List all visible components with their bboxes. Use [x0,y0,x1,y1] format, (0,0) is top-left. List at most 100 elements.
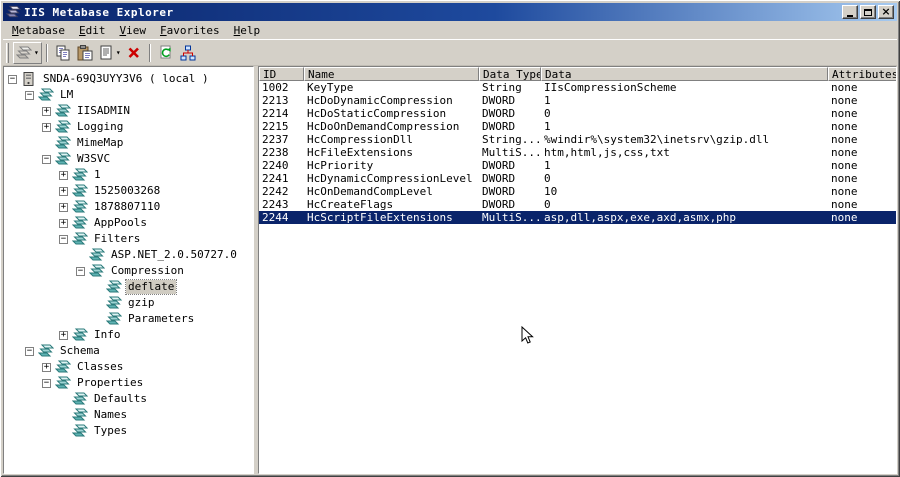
column-header-data-type[interactable]: Data Type [479,67,541,81]
tree-node[interactable]: MimeMap [4,135,253,151]
table-row[interactable]: 2243 HcCreateFlags DWORD 0 none [259,198,896,211]
list-body: 1002 KeyType String IIsCompressionScheme non… [259,81,896,224]
tree-node[interactable]: +1525003268 [4,183,253,199]
table-cell: HcDoDynamicCompression [307,94,453,107]
collapse-icon[interactable]: − [42,154,51,164]
table-row[interactable]: 2215 HcDoOnDemandCompression DWORD 1 none [259,120,896,133]
expand-icon[interactable]: + [59,330,68,340]
table-row[interactable]: 2240 HcPriority DWORD 1 none [259,159,896,172]
copy-button[interactable] [52,42,74,64]
table-row[interactable]: 2241 HcDynamicCompressionLevel DWORD 0 none [259,172,896,185]
toolbar-separator [148,44,151,62]
table-cell: 1 [544,120,551,133]
table-cell: none [831,146,858,159]
tree-node[interactable]: + AppPools [4,215,253,231]
key-icon [55,104,71,118]
tree-node[interactable]: Parameters [4,311,253,327]
edit-record-button[interactable]: ▾ [96,42,123,64]
expand-icon[interactable]: + [59,186,68,196]
tree-node[interactable]: Defaults [4,391,253,407]
expand-icon[interactable]: + [42,362,51,372]
tree-node[interactable]: − LM [4,87,253,103]
tree-node-label: LM [60,88,74,101]
new-key-button[interactable]: ▾ [13,42,42,64]
key-icon [72,200,88,214]
tree-node[interactable]: − Compression [4,263,253,279]
table-cell: none [831,81,858,94]
table-row[interactable]: 2244 HcScriptFileExtensions MultiS... asp,d… [259,211,896,224]
menu-edit[interactable]: Edit [72,22,113,38]
tree-node-label: Classes [77,360,124,373]
tree-node[interactable]: + Classes [4,359,253,375]
maximize-button[interactable] [860,5,876,19]
table-row[interactable]: 2238 HcFileExtensions MultiS... htm,html,js… [259,146,896,159]
collapse-icon[interactable]: − [76,266,85,276]
table-row[interactable]: 1002 KeyType String IIsCompressionScheme non… [259,81,896,94]
tree-node[interactable]: +1878807110 [4,199,253,215]
collapse-icon[interactable]: − [25,346,34,356]
column-header-attributes[interactable]: Attributes [828,67,896,81]
tree-node[interactable]: + Info [4,327,253,343]
table-cell: 1 [544,94,551,107]
tree-node-label: Schema [60,344,100,357]
tree-node-label: Logging [77,120,124,133]
table-row[interactable]: 2242 HcOnDemandCompLevel DWORD 10 none [259,185,896,198]
expand-icon[interactable]: + [42,122,51,132]
menu-help[interactable]: Help [227,22,268,38]
key-icon [72,232,88,246]
table-row[interactable]: 2237 HcCompressionDll String... %windir%\sy… [259,133,896,146]
table-cell: 2215 [262,120,289,133]
tree-node[interactable]: Names [4,407,253,423]
key-icon [72,168,88,182]
tree-node[interactable]: ASP.NET_2.0.50727.0 [4,247,253,263]
table-cell: 2213 [262,94,289,107]
expand-icon[interactable]: + [59,218,68,228]
collapse-icon[interactable]: − [25,90,34,100]
minimize-button[interactable] [842,5,858,19]
key-icon [55,136,71,150]
table-row[interactable]: 2214 HcDoStaticCompression DWORD 0 none [259,107,896,120]
key-icon [106,296,122,310]
tree-node[interactable]: + IISADMIN [4,103,253,119]
tree-node[interactable]: deflate [4,279,253,295]
tree-node[interactable]: + Logging [4,119,253,135]
expand-icon[interactable]: + [59,202,68,212]
table-cell: HcCreateFlags [307,198,394,211]
expand-icon[interactable]: + [59,170,68,180]
dropdown-arrow-icon[interactable]: ▾ [34,49,39,57]
delete-button[interactable] [123,42,145,64]
table-row[interactable]: 2213 HcDoDynamicCompression DWORD 1 none [259,94,896,107]
tree-node[interactable]: − Schema [4,343,253,359]
tree-node[interactable]: +1 [4,167,253,183]
table-cell: none [831,198,858,211]
table-cell: 2241 [262,172,289,185]
expand-icon[interactable]: + [42,106,51,116]
tree-node[interactable]: − Properties [4,375,253,391]
tree-node[interactable]: − W3SVC [4,151,253,167]
collapse-icon[interactable]: − [59,234,68,244]
column-header-id[interactable]: ID [259,67,304,81]
column-header-data[interactable]: Data [541,67,828,81]
table-cell: none [831,133,858,146]
refresh-button[interactable] [155,42,177,64]
close-button[interactable]: × [878,5,894,19]
table-cell: 2240 [262,159,289,172]
collapse-icon[interactable]: − [42,378,51,388]
toolbar-grip[interactable] [6,43,9,63]
tree-node[interactable]: gzip [4,295,253,311]
menu-metabase[interactable]: Metabase [5,22,72,38]
title-bar[interactable]: IIS Metabase Explorer × [3,3,897,21]
tree-node[interactable]: Types [4,423,253,439]
dropdown-arrow-icon[interactable]: ▾ [116,49,121,57]
collapse-icon[interactable]: − [8,74,17,84]
menu-view[interactable]: View [112,22,153,38]
paste-button[interactable] [74,42,96,64]
tree-node[interactable]: − Filters [4,231,253,247]
tree-node[interactable]: − SNDA-69Q3UYY3V6 ( local ) [4,71,253,87]
maximize-icon [864,8,872,16]
menu-favorites[interactable]: Favorites [153,22,227,38]
column-header-name[interactable]: Name [304,67,479,81]
edit-icon [98,45,114,61]
tree-node-label: Parameters [128,312,195,325]
connections-button[interactable] [177,42,199,64]
